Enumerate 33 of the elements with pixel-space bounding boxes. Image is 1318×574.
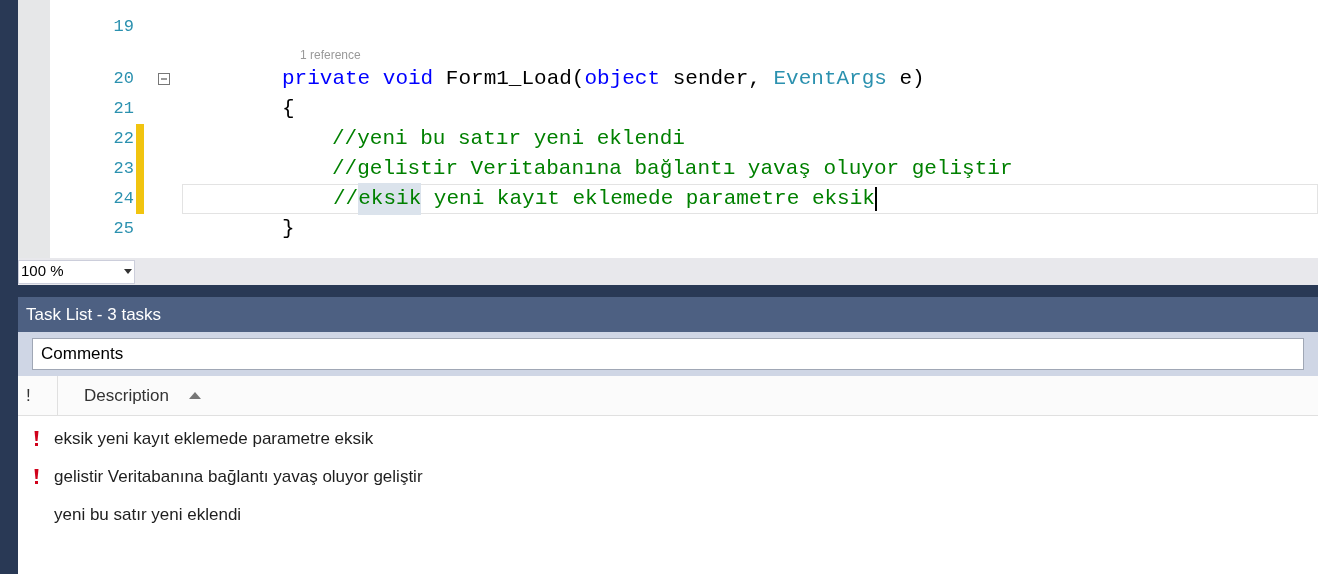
column-header[interactable]: ! xyxy=(18,376,58,415)
line-number: 22 xyxy=(112,128,134,151)
line-number: 20 xyxy=(112,68,134,91)
code-token: sender, xyxy=(672,66,761,93)
panel-title: Task List - 3 tasks xyxy=(26,303,162,326)
task-description[interactable]: eksik yeni kayıt eklemede parametre eksik xyxy=(54,426,374,452)
line-number: 24 xyxy=(112,188,134,211)
zoom-dropdown[interactable]: 100 % xyxy=(18,259,135,284)
code-token: EventArgs xyxy=(773,66,887,93)
code-token: // xyxy=(333,186,359,213)
line-number: 23 xyxy=(112,158,134,181)
code-token: e) xyxy=(899,66,925,93)
code-token: { xyxy=(282,96,295,123)
collapse-icon[interactable] xyxy=(158,73,170,85)
task-description[interactable]: yeni bu satır yeni eklendi xyxy=(54,502,242,528)
task-row[interactable]: yeni bu satır yeni eklendi xyxy=(18,496,1318,534)
line-number: 19 xyxy=(112,16,134,39)
dropdown-caret-icon xyxy=(124,269,132,274)
line-number: 25 xyxy=(112,218,134,241)
code-token: private xyxy=(282,66,371,93)
code-token: Form1_Load( xyxy=(445,66,585,93)
code-token: } xyxy=(282,216,295,243)
filter-dropdown[interactable]: Comments xyxy=(32,338,1304,370)
sort-ascending-icon xyxy=(189,392,202,399)
task-description[interactable]: gelistir Veritabanına bağlantı yavaş oluyor geliştir xyxy=(54,464,423,490)
code-token: //gelistir Veritabanına bağlantı yavaş oluyor geliştir xyxy=(332,156,1013,183)
highlighted-word: eksik xyxy=(358,183,422,215)
line-number: 21 xyxy=(112,98,134,121)
code-token: object xyxy=(584,66,661,93)
code-token: void xyxy=(382,66,434,93)
code-token: //yeni bu satır yeni eklendi xyxy=(332,126,685,153)
column-header[interactable]: Description xyxy=(58,376,202,415)
code-token: yeni kayıt eklemede parametre eksik xyxy=(433,186,875,213)
